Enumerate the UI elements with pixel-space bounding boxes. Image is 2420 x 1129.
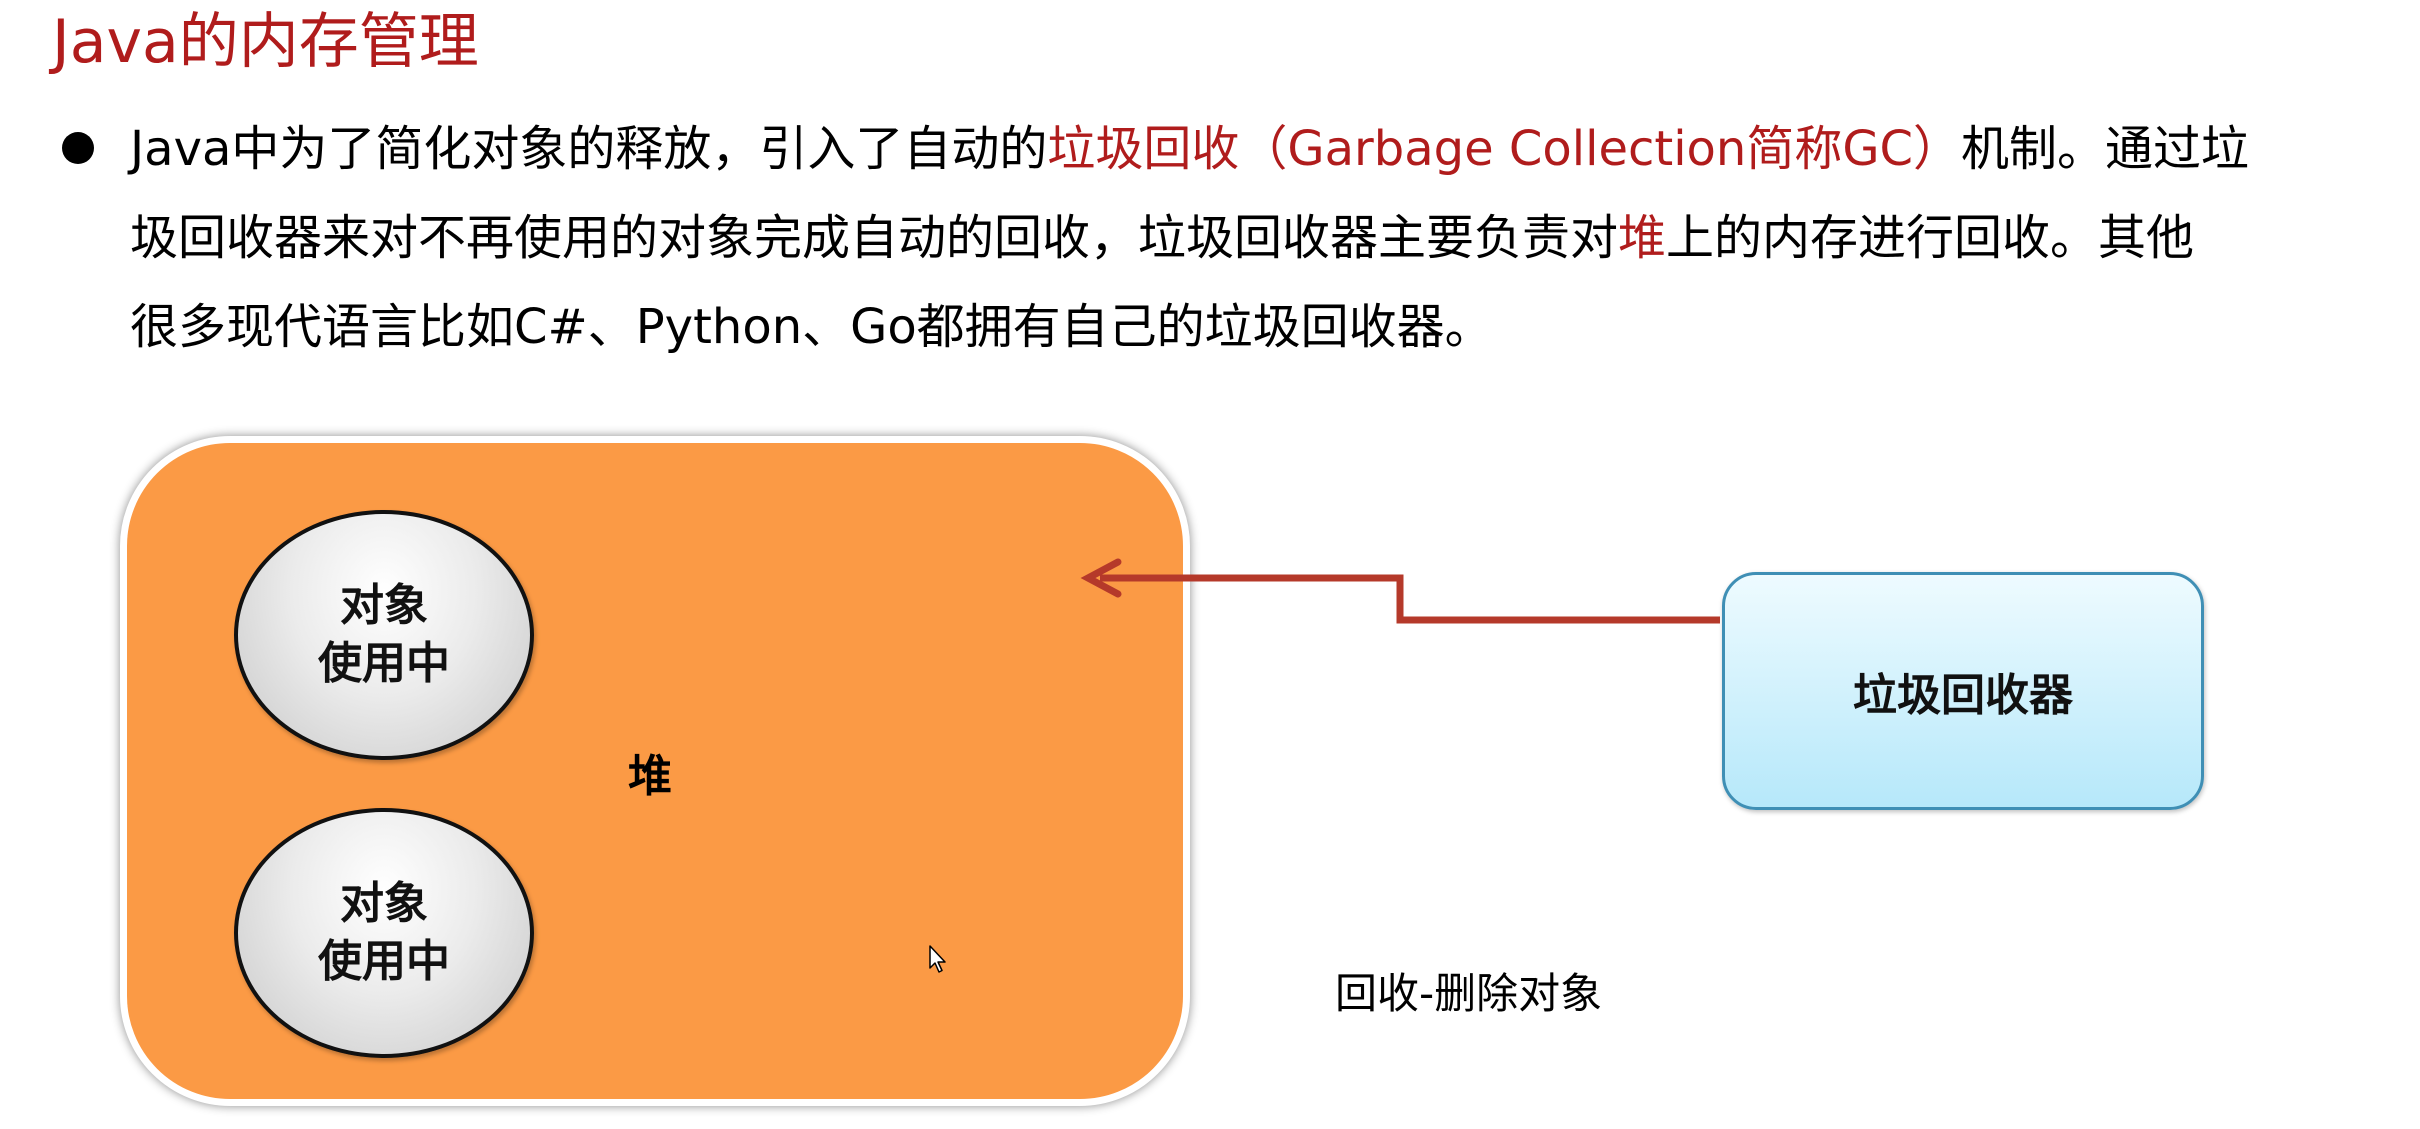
collect-arrow-line: [1100, 574, 1720, 624]
diagram-caption: 回收-删除对象: [1335, 969, 1603, 1018]
mouse-pointer-icon: [929, 945, 946, 973]
collect-arrow: [1080, 558, 1720, 624]
